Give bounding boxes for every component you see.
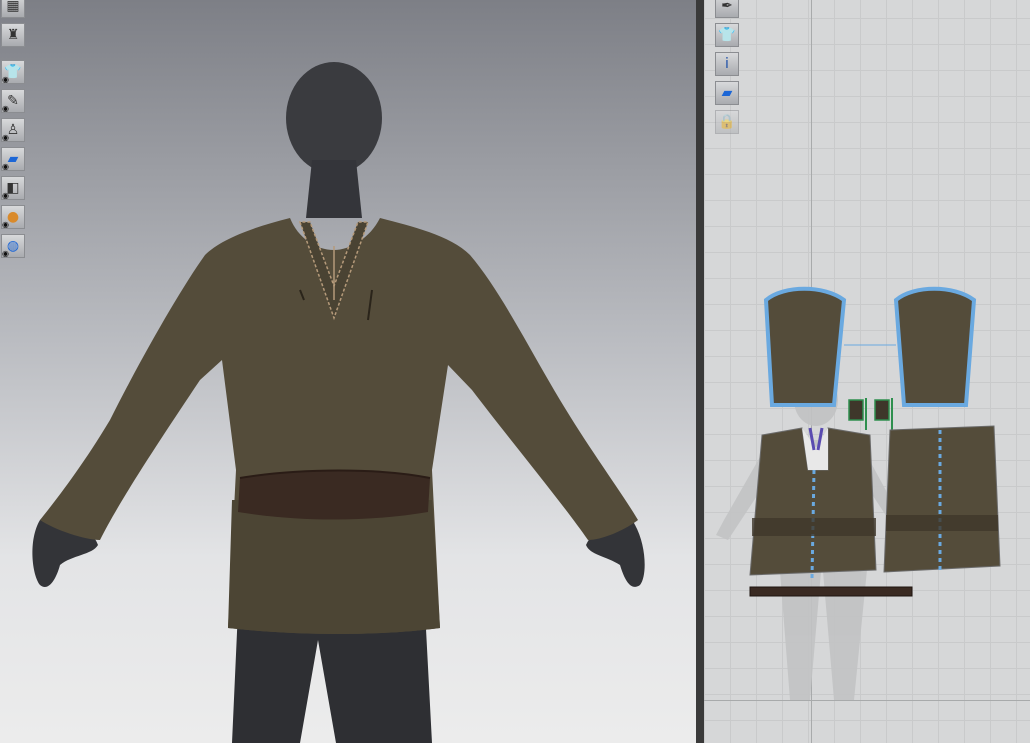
- pattern-pieces[interactable]: [704, 0, 1030, 743]
- avatar-with-garment[interactable]: [0, 0, 696, 743]
- sleeve-pattern-right: [893, 286, 977, 407]
- 3d-viewport[interactable]: ▦ ♜ 👕 ◉ ✎ ◉ ♙ ◉ ▰ ◉ ◧ ◉ ● ◉ ◍ ◉: [0, 0, 696, 743]
- back-body-pattern: [883, 425, 1001, 573]
- sleeve-pattern-left: [763, 286, 847, 407]
- avatar-head: [286, 62, 382, 174]
- cuff-patterns: [848, 398, 893, 436]
- belt-pattern: [749, 586, 913, 597]
- belt: [238, 470, 430, 520]
- viewport-divider[interactable]: [696, 0, 704, 743]
- 2d-pattern-window[interactable]: ✒ 👕 i ▰ 🔒: [704, 0, 1030, 743]
